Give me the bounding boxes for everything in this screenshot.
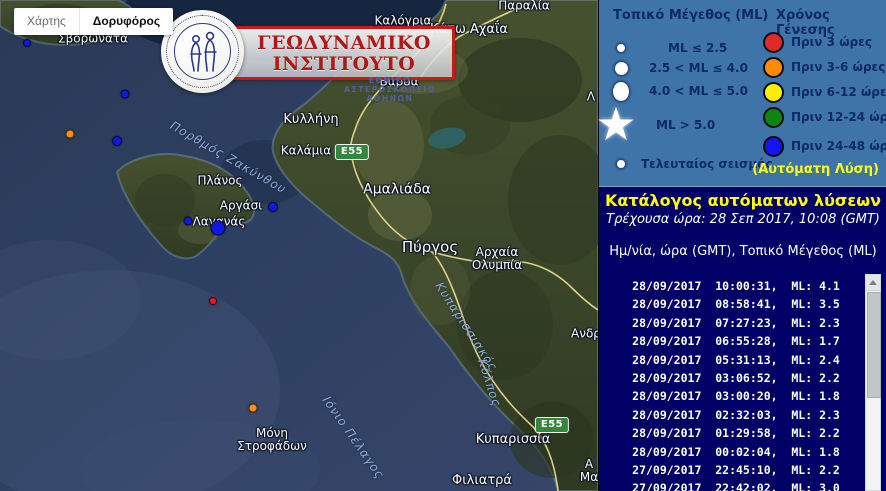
legend-panel: Τοπικό Μέγεθος (ML) Χρόνος Γένεσης ML ≤ … (599, 0, 886, 187)
event-row: 28/09/2017 01:29:58, ML: 2.2 (621, 424, 851, 442)
time-dot-6-12h (763, 82, 784, 103)
map-label-town: Πλάνος (197, 174, 242, 187)
event-row: 28/09/2017 07:27:23, ML: 2.3 (621, 314, 851, 332)
event-row: 28/09/2017 08:58:41, ML: 3.5 (621, 295, 851, 313)
event-row: 28/09/2017 03:00:20, ML: 1.8 (621, 387, 851, 405)
map-type-control: Χάρτης Δορυφόρος (14, 8, 173, 35)
star-icon: ★ (593, 99, 639, 149)
event-row: 28/09/2017 06:55:28, ML: 1.7 (621, 332, 851, 350)
time-dot-3h (763, 32, 784, 53)
map-label-town: Αμαλιάδα (363, 182, 431, 197)
map-label-town: Αρχαία Ολυμπία (472, 246, 522, 272)
map-label-town: Πύργος (402, 239, 458, 256)
earthquake-marker[interactable] (23, 39, 31, 47)
seal-figures-icon (183, 30, 223, 74)
time-dot-24-48h (763, 136, 784, 157)
scroll-up-button[interactable] (866, 275, 880, 291)
magnitude-label: 4.0 < ML ≤ 5.0 (649, 84, 748, 98)
automatic-solution-note: (Αυτόματη Λύση) (752, 162, 879, 177)
scrollbar[interactable] (865, 274, 881, 491)
catalog-current-time: Τρέχουσα ώρα: 28 Σεπ 2017, 10:08 (GMT) (599, 212, 886, 227)
magnitude-dot-small (617, 44, 625, 52)
event-row: 28/09/2017 02:32:03, ML: 2.3 (621, 406, 851, 424)
magnitude-label: 2.5 < ML ≤ 4.0 (649, 61, 748, 75)
earthquake-marker[interactable] (112, 136, 122, 146)
app-window: ΣβορωνάταΚαλόγριαΠαραλίαΚάτω ΑχαΐαΒάρδαΚ… (0, 0, 886, 491)
map-label-town: Καλάμια (281, 144, 331, 157)
map-label-town: Κυπαρισσία (476, 433, 551, 447)
info-panel: Τοπικό Μέγεθος (ML) Χρόνος Γένεσης ML ≤ … (598, 0, 886, 491)
map-label-town: Κυλλήνη (283, 113, 338, 127)
magnitude-dot-medium (615, 62, 628, 75)
event-row: 28/09/2017 03:06:52, ML: 2.2 (621, 369, 851, 387)
magnitude-label: ML ≤ 2.5 (668, 41, 727, 55)
time-dot-12-24h (763, 107, 784, 128)
map-label-town: Αργάσι (220, 199, 263, 212)
earthquake-marker[interactable] (66, 130, 75, 139)
event-row: 28/09/2017 00:02:04, ML: 1.8 (621, 443, 851, 461)
route-badge: E55 (535, 417, 569, 433)
earthquake-marker[interactable] (184, 217, 193, 226)
magnitude-label: ML > 5.0 (656, 118, 715, 132)
catalog-panel: Κατάλογος αυτόματων λύσεων Τρέχουσα ώρα:… (599, 187, 886, 491)
earthquake-marker[interactable] (121, 90, 130, 99)
map-label-town: Μόνη Στροφάδων (237, 427, 307, 453)
event-row: 28/09/2017 10:00:31, ML: 4.1 (621, 277, 851, 295)
earthquake-marker[interactable] (209, 297, 217, 305)
event-row: 27/09/2017 22:45:10, ML: 2.2 (621, 461, 851, 479)
map-canvas[interactable]: ΣβορωνάταΚαλόγριαΠαραλίαΚάτω ΑχαΐαΒάρδαΚ… (0, 0, 598, 491)
map-type-map-button[interactable]: Χάρτης (14, 8, 79, 35)
earthquake-marker[interactable] (211, 221, 226, 236)
catalog-title: Κατάλογος αυτόματων λύσεων (599, 191, 886, 210)
map-label-town: Παραλία (498, 0, 550, 13)
institute-seal (161, 10, 244, 93)
earthquake-marker[interactable] (268, 202, 278, 212)
time-label: Πριν 12-24 ώρες (791, 110, 886, 124)
time-label: Πριν 3-6 ώρες (791, 60, 885, 74)
up-arrow-icon (869, 280, 877, 285)
map-type-satellite-button[interactable]: Δορυφόρος (79, 8, 173, 35)
catalog-columns-header: Ημ/νία, ώρα (GMT), Τοπικό Μέγεθος (ML) (599, 244, 886, 259)
event-row: 28/09/2017 05:31:13, ML: 2.4 (621, 351, 851, 369)
earthquake-marker[interactable] (249, 404, 258, 413)
time-dot-3-6h (763, 57, 784, 78)
time-label: Πριν 3 ώρες (791, 35, 872, 49)
map-label-town: Α Μα (580, 458, 598, 484)
scrollbar-thumb[interactable] (867, 292, 881, 398)
time-label: Πριν 6-12 ώρες (791, 85, 886, 99)
event-row: 27/09/2017 22:42:02, ML: 3.0 (621, 479, 851, 491)
last-event-dot (617, 160, 625, 168)
map-label-town: Φιλιατρά (452, 474, 512, 488)
map-label-town: Ανδρί (571, 327, 598, 340)
time-label: Πριν 24-48 ώρες (791, 139, 886, 153)
event-list: 28/09/2017 10:00:31, ML: 4.128/09/2017 0… (621, 277, 851, 491)
magnitude-legend-title: Τοπικό Μέγεθος (ML) (613, 8, 768, 23)
route-badge: E55 (335, 144, 369, 160)
